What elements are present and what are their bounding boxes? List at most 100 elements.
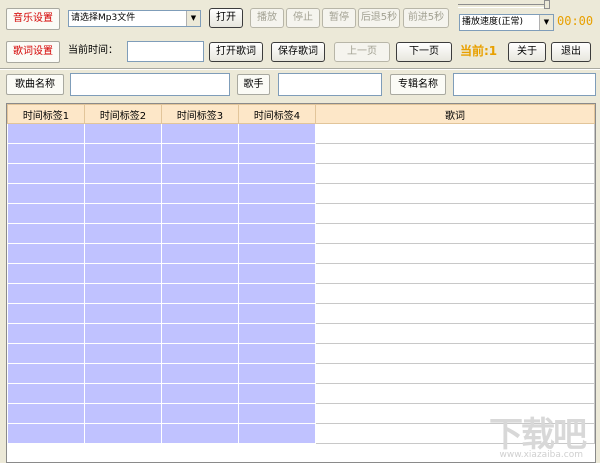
timestamp-cell[interactable] <box>238 223 316 244</box>
table-row[interactable] <box>7 283 595 304</box>
timestamp-cell[interactable] <box>161 323 239 344</box>
timestamp-cell[interactable] <box>161 283 239 304</box>
lyric-cell[interactable] <box>315 223 595 244</box>
singer-field[interactable] <box>278 73 382 96</box>
timestamp-cell[interactable] <box>7 323 85 344</box>
timestamp-cell[interactable] <box>7 223 85 244</box>
timestamp-cell[interactable] <box>84 363 162 384</box>
timestamp-cell[interactable] <box>7 363 85 384</box>
timestamp-cell[interactable] <box>161 143 239 164</box>
about-button[interactable]: 关于 <box>508 42 546 62</box>
timestamp-cell[interactable] <box>7 123 85 144</box>
progress-slider-thumb[interactable] <box>544 0 550 9</box>
lyric-cell[interactable] <box>315 243 595 264</box>
timestamp-cell[interactable] <box>161 163 239 184</box>
table-row[interactable] <box>7 203 595 224</box>
save-lyric-button[interactable]: 保存歌词 <box>271 42 325 62</box>
lyric-cell[interactable] <box>315 283 595 304</box>
chevron-down-icon[interactable]: ▼ <box>186 11 200 26</box>
timestamp-cell[interactable] <box>238 263 316 284</box>
timestamp-cell[interactable] <box>238 403 316 424</box>
prev-page-button[interactable]: 上一页 <box>334 42 390 62</box>
timestamp-cell[interactable] <box>84 143 162 164</box>
lyric-cell[interactable] <box>315 323 595 344</box>
timestamp-cell[interactable] <box>84 403 162 424</box>
timestamp-cell[interactable] <box>161 123 239 144</box>
back-5s-button[interactable]: 后退5秒 <box>358 8 400 28</box>
timestamp-cell[interactable] <box>161 183 239 204</box>
lyric-cell[interactable] <box>315 203 595 224</box>
timestamp-cell[interactable] <box>238 343 316 364</box>
timestamp-cell[interactable] <box>84 203 162 224</box>
table-row[interactable] <box>7 143 595 164</box>
chevron-down-icon[interactable]: ▼ <box>539 15 553 30</box>
lyric-cell[interactable] <box>315 263 595 284</box>
progress-slider-track[interactable] <box>458 4 550 8</box>
lyric-settings-button[interactable]: 歌词设置 <box>6 41 60 63</box>
timestamp-cell[interactable] <box>238 163 316 184</box>
table-row[interactable] <box>7 123 595 144</box>
timestamp-cell[interactable] <box>84 223 162 244</box>
timestamp-cell[interactable] <box>238 183 316 204</box>
timestamp-cell[interactable] <box>238 123 316 144</box>
table-row[interactable] <box>7 303 595 324</box>
timestamp-cell[interactable] <box>7 243 85 264</box>
timestamp-cell[interactable] <box>84 183 162 204</box>
timestamp-cell[interactable] <box>84 383 162 404</box>
table-row[interactable] <box>7 363 595 384</box>
mp3-file-select[interactable]: 请选择Mp3文件 ▼ <box>68 10 201 27</box>
timestamp-cell[interactable] <box>161 263 239 284</box>
header-timestamp-2[interactable]: 时间标签2 <box>84 104 162 124</box>
timestamp-cell[interactable] <box>84 423 162 444</box>
table-row[interactable] <box>7 223 595 244</box>
timestamp-cell[interactable] <box>161 403 239 424</box>
timestamp-cell[interactable] <box>238 423 316 444</box>
timestamp-cell[interactable] <box>161 243 239 264</box>
table-row[interactable] <box>7 243 595 264</box>
lyric-cell[interactable] <box>315 343 595 364</box>
song-name-field[interactable] <box>70 73 230 96</box>
timestamp-cell[interactable] <box>7 203 85 224</box>
table-row[interactable] <box>7 183 595 204</box>
table-row[interactable] <box>7 343 595 364</box>
play-button[interactable]: 播放 <box>250 8 284 28</box>
timestamp-cell[interactable] <box>84 283 162 304</box>
timestamp-cell[interactable] <box>84 303 162 324</box>
timestamp-cell[interactable] <box>161 203 239 224</box>
timestamp-cell[interactable] <box>84 163 162 184</box>
timestamp-cell[interactable] <box>161 423 239 444</box>
timestamp-cell[interactable] <box>7 383 85 404</box>
header-timestamp-1[interactable]: 时间标签1 <box>7 104 85 124</box>
next-page-button[interactable]: 下一页 <box>396 42 452 62</box>
timestamp-cell[interactable] <box>84 323 162 344</box>
table-row[interactable] <box>7 163 595 184</box>
header-timestamp-4[interactable]: 时间标签4 <box>238 104 316 124</box>
forward-5s-button[interactable]: 前进5秒 <box>403 8 449 28</box>
timestamp-cell[interactable] <box>161 383 239 404</box>
timestamp-cell[interactable] <box>238 323 316 344</box>
timestamp-cell[interactable] <box>7 143 85 164</box>
exit-button[interactable]: 退出 <box>551 42 591 62</box>
timestamp-cell[interactable] <box>7 303 85 324</box>
timestamp-cell[interactable] <box>238 203 316 224</box>
timestamp-cell[interactable] <box>7 263 85 284</box>
timestamp-cell[interactable] <box>161 363 239 384</box>
timestamp-cell[interactable] <box>84 123 162 144</box>
timestamp-cell[interactable] <box>7 163 85 184</box>
timestamp-cell[interactable] <box>84 343 162 364</box>
lyric-cell[interactable] <box>315 123 595 144</box>
timestamp-cell[interactable] <box>7 403 85 424</box>
header-timestamp-3[interactable]: 时间标签3 <box>161 104 239 124</box>
timestamp-cell[interactable] <box>84 263 162 284</box>
table-row[interactable] <box>7 323 595 344</box>
timestamp-cell[interactable] <box>84 243 162 264</box>
timestamp-cell[interactable] <box>7 343 85 364</box>
timestamp-cell[interactable] <box>238 363 316 384</box>
current-time-field[interactable] <box>127 41 204 62</box>
lyric-cell[interactable] <box>315 143 595 164</box>
header-lyric[interactable]: 歌词 <box>315 104 595 124</box>
table-row[interactable] <box>7 263 595 284</box>
timestamp-cell[interactable] <box>161 223 239 244</box>
music-settings-button[interactable]: 音乐设置 <box>6 8 60 30</box>
timestamp-cell[interactable] <box>238 143 316 164</box>
